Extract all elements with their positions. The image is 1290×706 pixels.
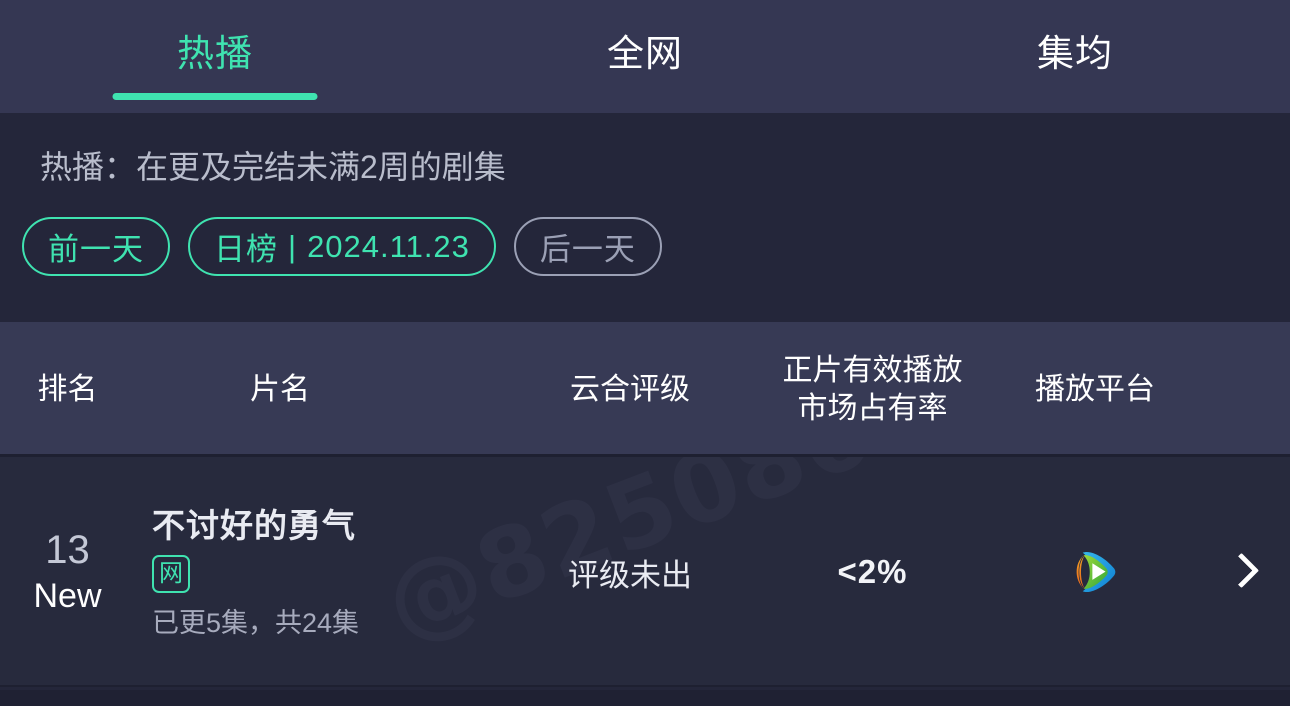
tab-average[interactable]: 集均 [860, 0, 1290, 113]
tab-bar: 热播 全网 集均 [0, 0, 1290, 113]
table-row[interactable]: @82508689 13 New 不讨好的勇气 网 已更5集，共24集 评级未出… [0, 457, 1290, 687]
app-root: 热播 全网 集均 热播：在更及完结未满2周的剧集 前一天 日榜 | 2024.1… [0, 0, 1290, 706]
range-separator: | [288, 228, 298, 264]
tab-allnet-label: 全网 [607, 33, 683, 74]
chevron-right-icon [1227, 552, 1249, 592]
bottom-strip [0, 690, 1290, 706]
table-header: 排名 片名 云合评级 正片有效播放 市场占有率 播放平台 [0, 322, 1290, 457]
next-day-button[interactable]: 后一天 [513, 217, 662, 276]
tab-allnet[interactable]: 全网 [430, 0, 860, 113]
table-body: @82508689 13 New 不讨好的勇气 网 已更5集，共24集 评级未出… [0, 457, 1290, 706]
rank-cell: 13 New [0, 457, 135, 687]
show-title: 不讨好的勇气 [152, 506, 356, 544]
tencent-video-logo-icon [1076, 551, 1116, 593]
header-platform: 播放平台 [1035, 372, 1155, 406]
tab-average-label: 集均 [1037, 33, 1113, 74]
rating-cell: 评级未出 [568, 557, 692, 593]
range-label: 日榜 [214, 232, 278, 267]
web-exclusive-badge: 网 [152, 554, 190, 593]
rank-status: New [33, 577, 102, 615]
title-cell[interactable]: 不讨好的勇气 网 已更5集，共24集 [152, 457, 482, 687]
header-rating: 云合评级 [570, 372, 690, 406]
filter-section: 热播：在更及完结未满2周的剧集 前一天 日榜 | 2024.11.23 后一天 [0, 113, 1290, 322]
header-rank: 排名 [37, 372, 98, 406]
header-share-line1: 正片有效播放 [782, 353, 963, 387]
episode-progress: 已更5集，共24集 [152, 607, 360, 638]
tab-active-underline [112, 93, 318, 100]
current-date: 2024.11.23 [307, 228, 470, 264]
badge-row: 网 [152, 554, 190, 593]
tab-hot[interactable]: 热播 [0, 0, 430, 113]
market-share-cell: <2% [837, 553, 908, 590]
header-title: 片名 [250, 372, 310, 406]
row-detail-button[interactable] [1195, 457, 1280, 687]
section-description: 热播：在更及完结未满2周的剧集 [40, 149, 506, 185]
rank-number: 13 [45, 528, 90, 572]
next-day-label: 后一天 [539, 232, 636, 267]
platform-cell[interactable] [1000, 457, 1190, 687]
date-nav-group: 前一天 日榜 | 2024.11.23 后一天 [22, 217, 662, 276]
date-range-button[interactable]: 日榜 | 2024.11.23 [188, 217, 496, 276]
prev-day-button[interactable]: 前一天 [22, 217, 170, 276]
tab-hot-label: 热播 [177, 33, 253, 74]
header-share-line2: 市场占有率 [797, 391, 948, 425]
prev-day-label: 前一天 [48, 232, 144, 267]
